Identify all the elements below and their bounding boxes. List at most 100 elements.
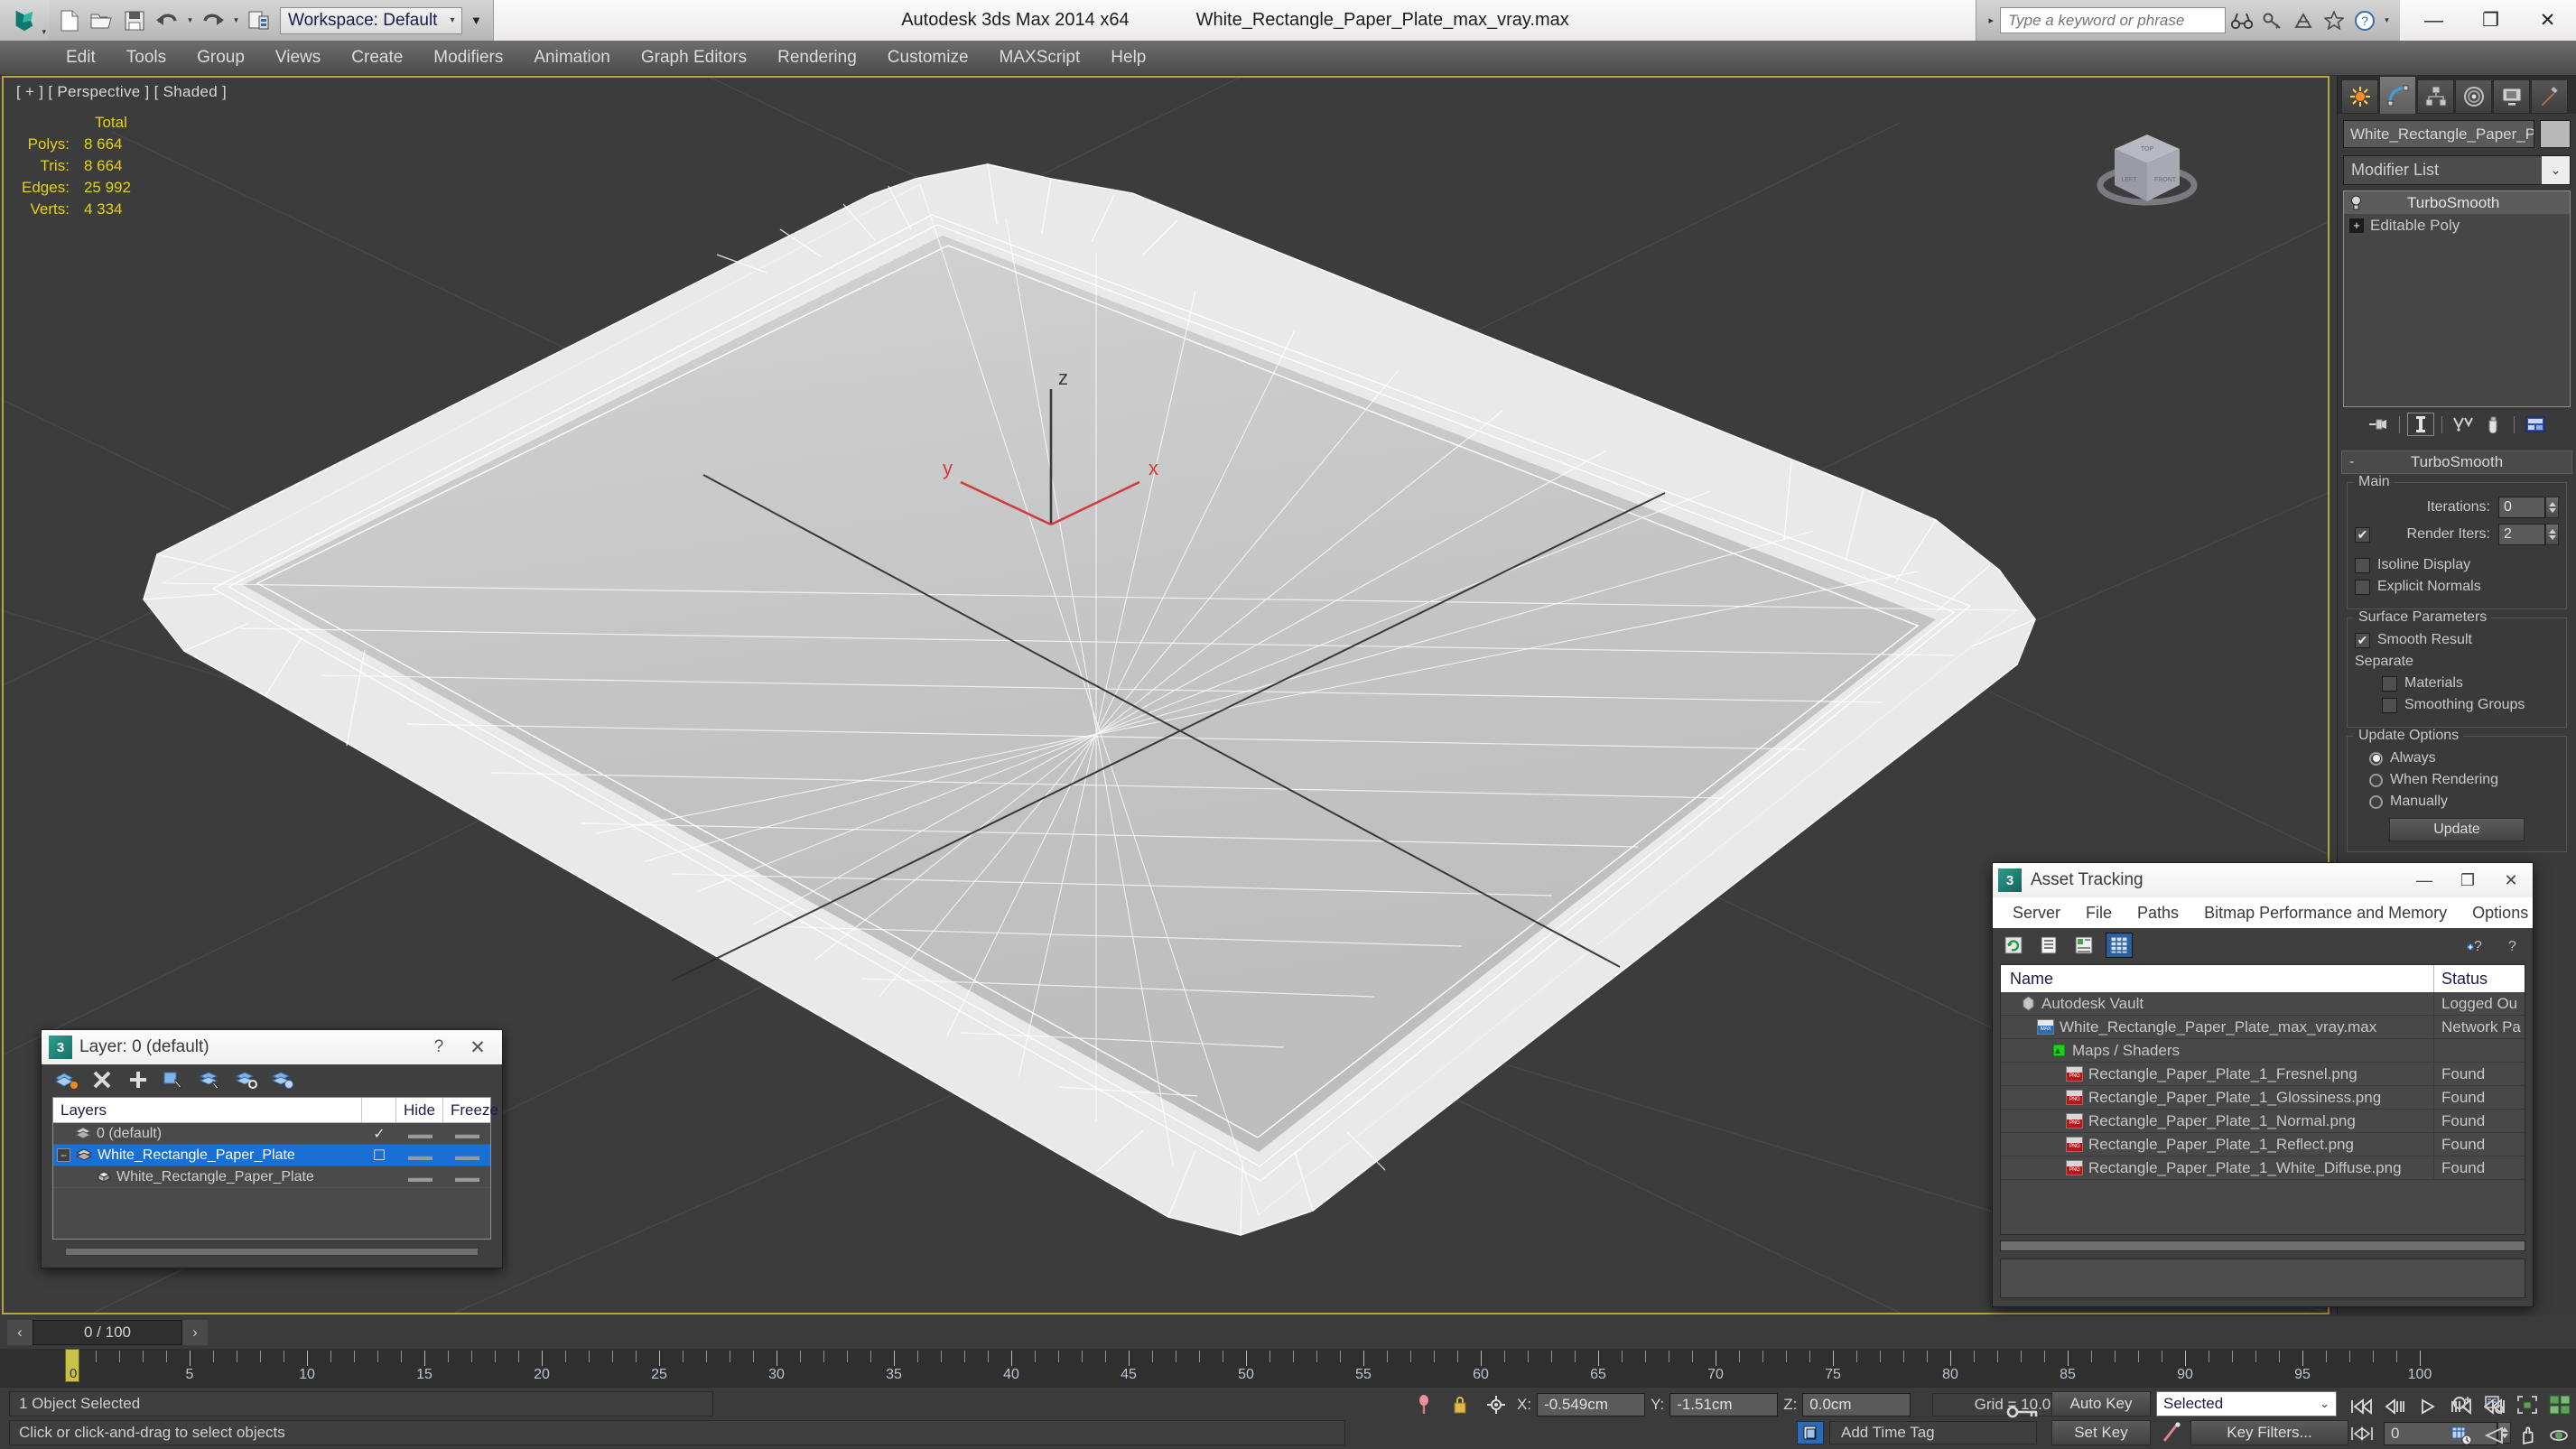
highlight-selected-objects-icon[interactable] <box>231 1067 262 1092</box>
menu-item-group[interactable]: Group <box>181 42 260 73</box>
undo-dropdown-caret-icon[interactable]: ▾ <box>184 5 196 37</box>
layer-row-freeze[interactable]: ▬▬ <box>443 1170 490 1184</box>
set-project-folder-icon[interactable] <box>244 5 274 37</box>
layer-row-hide[interactable]: ▬▬ <box>396 1170 443 1184</box>
asset-list[interactable]: Name Status Autodesk Vault Logged Ou Whi… <box>2000 964 2525 1235</box>
layer-row-current[interactable]: ☐ <box>362 1147 396 1165</box>
key-icon[interactable] <box>2258 5 2287 37</box>
zoom-extents-all-icon[interactable] <box>2544 1391 2575 1418</box>
add-selection-to-layer-icon[interactable] <box>123 1067 153 1092</box>
auto-key-button[interactable]: Auto Key <box>2051 1391 2151 1416</box>
display-tab[interactable] <box>2493 79 2530 114</box>
menu-item-tools[interactable]: Tools <box>111 42 181 73</box>
asset-row[interactable]: Rectangle_Paper_Plate_1_Reflect.png Foun… <box>2001 1132 2525 1156</box>
pan-view-icon[interactable] <box>2512 1422 2543 1449</box>
isolate-selection-icon[interactable] <box>1481 1395 1511 1415</box>
hierarchy-tab[interactable] <box>2417 79 2454 114</box>
iterations-spinner[interactable] <box>2545 497 2559 518</box>
layer-row[interactable]: − White_Rectangle_Paper_Plate ☐ ▬▬ ▬▬ <box>53 1145 490 1166</box>
create-tab[interactable] <box>2341 79 2378 114</box>
new-file-icon[interactable] <box>54 5 85 37</box>
asset-row[interactable]: White_Rectangle_Paper_Plate_max_vray.max… <box>2001 1015 2525 1039</box>
list-view-icon[interactable] <box>2035 933 2062 958</box>
update-button[interactable]: Update <box>2389 818 2525 841</box>
layer-help-button[interactable]: ? <box>421 1037 457 1057</box>
redo-icon[interactable] <box>198 5 228 37</box>
layer-expander-icon[interactable]: − <box>57 1148 70 1162</box>
close-button[interactable]: ✕ <box>2519 0 2576 41</box>
asset-column-status[interactable]: Status <box>2434 965 2525 992</box>
time-slider-handle[interactable]: 0 <box>65 1349 79 1382</box>
layer-dialog[interactable]: 3 Layer: 0 (default) ? ✕ Layers Hide Fre… <box>41 1029 503 1268</box>
asset-horizontal-scrollbar[interactable] <box>2000 1240 2525 1251</box>
add-time-tag-icon[interactable] <box>1797 1421 1824 1444</box>
remove-modifier-icon[interactable] <box>2479 413 2506 436</box>
previous-frame-icon[interactable] <box>2379 1393 2410 1420</box>
asset-menu-server[interactable]: Server <box>2000 901 2073 925</box>
star-icon[interactable] <box>2320 5 2348 37</box>
explicit-normals-checkbox[interactable] <box>2355 579 2370 595</box>
object-color-swatch[interactable] <box>2540 120 2571 148</box>
asset-row[interactable]: Rectangle_Paper_Plate_1_Fresnel.png Foun… <box>2001 1062 2525 1086</box>
details-view-icon[interactable] <box>2070 933 2097 958</box>
utilities-tab[interactable] <box>2531 79 2568 114</box>
layer-row-freeze[interactable]: ▬▬ <box>443 1127 490 1141</box>
asset-row[interactable]: Maps / Shaders <box>2001 1038 2525 1063</box>
time-configuration-icon[interactable] <box>2447 1422 2478 1449</box>
layer-row-hide[interactable]: ▬▬ <box>396 1127 443 1141</box>
save-file-icon[interactable] <box>119 5 150 37</box>
menu-item-views[interactable]: Views <box>260 42 336 73</box>
motion-tab[interactable] <box>2455 79 2492 114</box>
play-animation-icon[interactable] <box>2413 1393 2443 1420</box>
asset-row[interactable]: Rectangle_Paper_Plate_1_White_Diffuse.pn… <box>2001 1156 2525 1180</box>
iterations-field[interactable]: 0 <box>2498 497 2545 518</box>
menu-item-graph-editors[interactable]: Graph Editors <box>626 42 762 73</box>
update-always-radio[interactable] <box>2369 751 2383 766</box>
object-name-field[interactable]: White_Rectangle_Paper_Plat <box>2343 120 2534 148</box>
help-dropdown-caret-icon[interactable]: ▾ <box>2381 5 2393 37</box>
key-mode-toggle-icon[interactable] <box>2346 1422 2378 1445</box>
application-menu-button[interactable]: ▾ <box>0 0 49 41</box>
render-iters-checkbox[interactable] <box>2355 526 2370 543</box>
set-current-layer-icon[interactable] <box>195 1067 226 1092</box>
select-objects-in-layer-icon[interactable] <box>159 1067 190 1092</box>
layer-row-current[interactable]: ✓ <box>362 1125 396 1143</box>
asset-column-name[interactable]: Name <box>2001 965 2434 992</box>
frame-display[interactable]: 0 / 100 <box>33 1320 182 1345</box>
workspace-selector[interactable]: Workspace: Default ▾ <box>280 6 463 34</box>
binoculars-icon[interactable] <box>2227 5 2256 37</box>
smoothing-groups-checkbox[interactable] <box>2382 697 2397 713</box>
add-time-tag-label[interactable]: Add Time Tag <box>1829 1421 2037 1444</box>
next-frame-arrow[interactable]: › <box>182 1320 208 1345</box>
asset-row[interactable]: Rectangle_Paper_Plate_1_Normal.png Found <box>2001 1109 2525 1133</box>
previous-frame-arrow[interactable]: ‹ <box>7 1320 33 1345</box>
layer-row[interactable]: White_Rectangle_Paper_Plate ▬▬ ▬▬ <box>53 1166 490 1188</box>
layer-properties-icon[interactable] <box>267 1067 298 1092</box>
stack-item-turbosmooth[interactable]: TurboSmooth <box>2344 191 2570 214</box>
key-mode-dropdown[interactable]: Selected ⌄ <box>2156 1391 2337 1416</box>
update-when-rendering-radio[interactable] <box>2369 773 2383 787</box>
asset-menu-bitmap-performance[interactable]: Bitmap Performance and Memory <box>2191 901 2460 925</box>
menu-item-help[interactable]: Help <box>1095 42 1161 73</box>
add-help-icon[interactable]: ? <box>2463 933 2490 958</box>
pin-stack-icon[interactable] <box>2365 413 2392 436</box>
key-mode-icon[interactable] <box>2006 1400 2042 1424</box>
make-unique-icon[interactable] <box>2450 413 2477 436</box>
asset-menu-paths[interactable]: Paths <box>2125 901 2191 925</box>
z-coord-field[interactable]: 0.0cm <box>1802 1393 1911 1416</box>
menu-item-rendering[interactable]: Rendering <box>762 42 872 73</box>
help-icon[interactable]: ? <box>2498 933 2525 958</box>
zoom-icon[interactable] <box>2447 1391 2478 1418</box>
render-iters-spinner[interactable] <box>2545 524 2559 545</box>
satellite-dish-icon[interactable] <box>2289 5 2318 37</box>
materials-checkbox[interactable] <box>2382 675 2397 692</box>
smooth-result-checkbox[interactable] <box>2355 632 2370 648</box>
rollout-header[interactable]: - TurboSmooth <box>2341 450 2572 474</box>
layer-horizontal-scrollbar[interactable] <box>65 1248 479 1256</box>
viewcube-icon[interactable]: TOP LEFT FRONT <box>2075 118 2219 227</box>
undo-icon[interactable] <box>152 5 182 37</box>
asset-row[interactable]: Rectangle_Paper_Plate_1_Glossiness.png F… <box>2001 1085 2525 1110</box>
menu-item-animation[interactable]: Animation <box>518 42 626 73</box>
delete-layer-icon[interactable] <box>87 1067 117 1092</box>
open-file-icon[interactable] <box>87 5 117 37</box>
